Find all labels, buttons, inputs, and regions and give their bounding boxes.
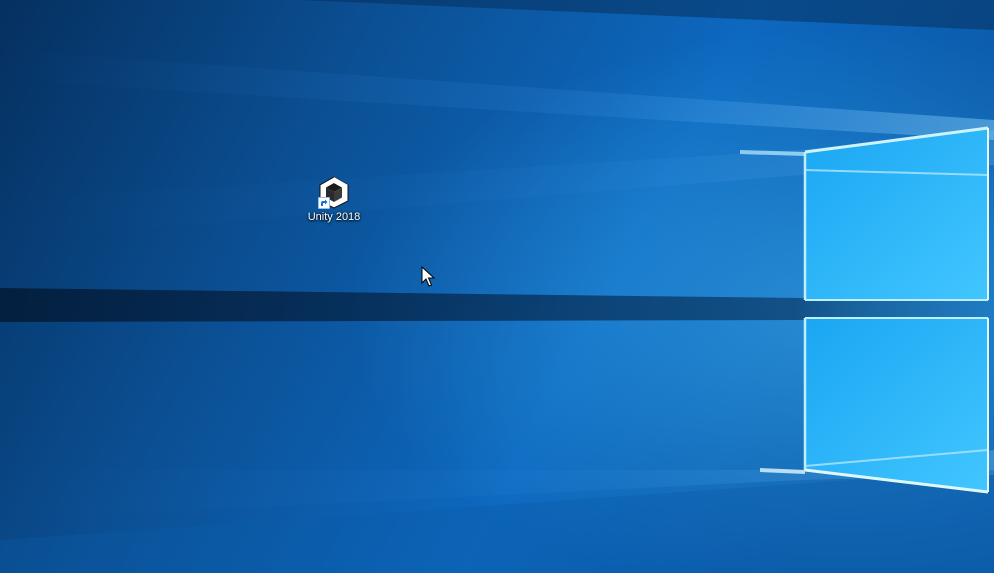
unity-logo-icon [316, 174, 352, 210]
desktop[interactable]: Unity 2018 [0, 0, 994, 573]
desktop-icon-unity-2018[interactable]: Unity 2018 [300, 174, 368, 223]
shortcut-arrow-icon [317, 194, 331, 210]
desktop-icon-label: Unity 2018 [307, 211, 361, 223]
windows-wallpaper [0, 0, 994, 573]
mouse-cursor-icon [421, 265, 436, 288]
